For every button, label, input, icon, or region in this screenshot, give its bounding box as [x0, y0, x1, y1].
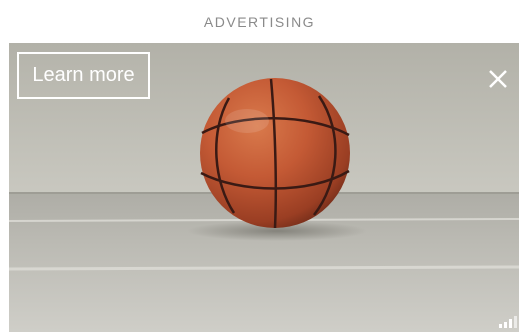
ad-creative[interactable]: Learn more [9, 43, 519, 332]
close-icon[interactable] [484, 65, 512, 93]
signal-bars-icon [498, 315, 518, 329]
advertising-label: ADVERTISING [203, 13, 316, 30]
learn-more-button[interactable]: Learn more [17, 52, 150, 99]
